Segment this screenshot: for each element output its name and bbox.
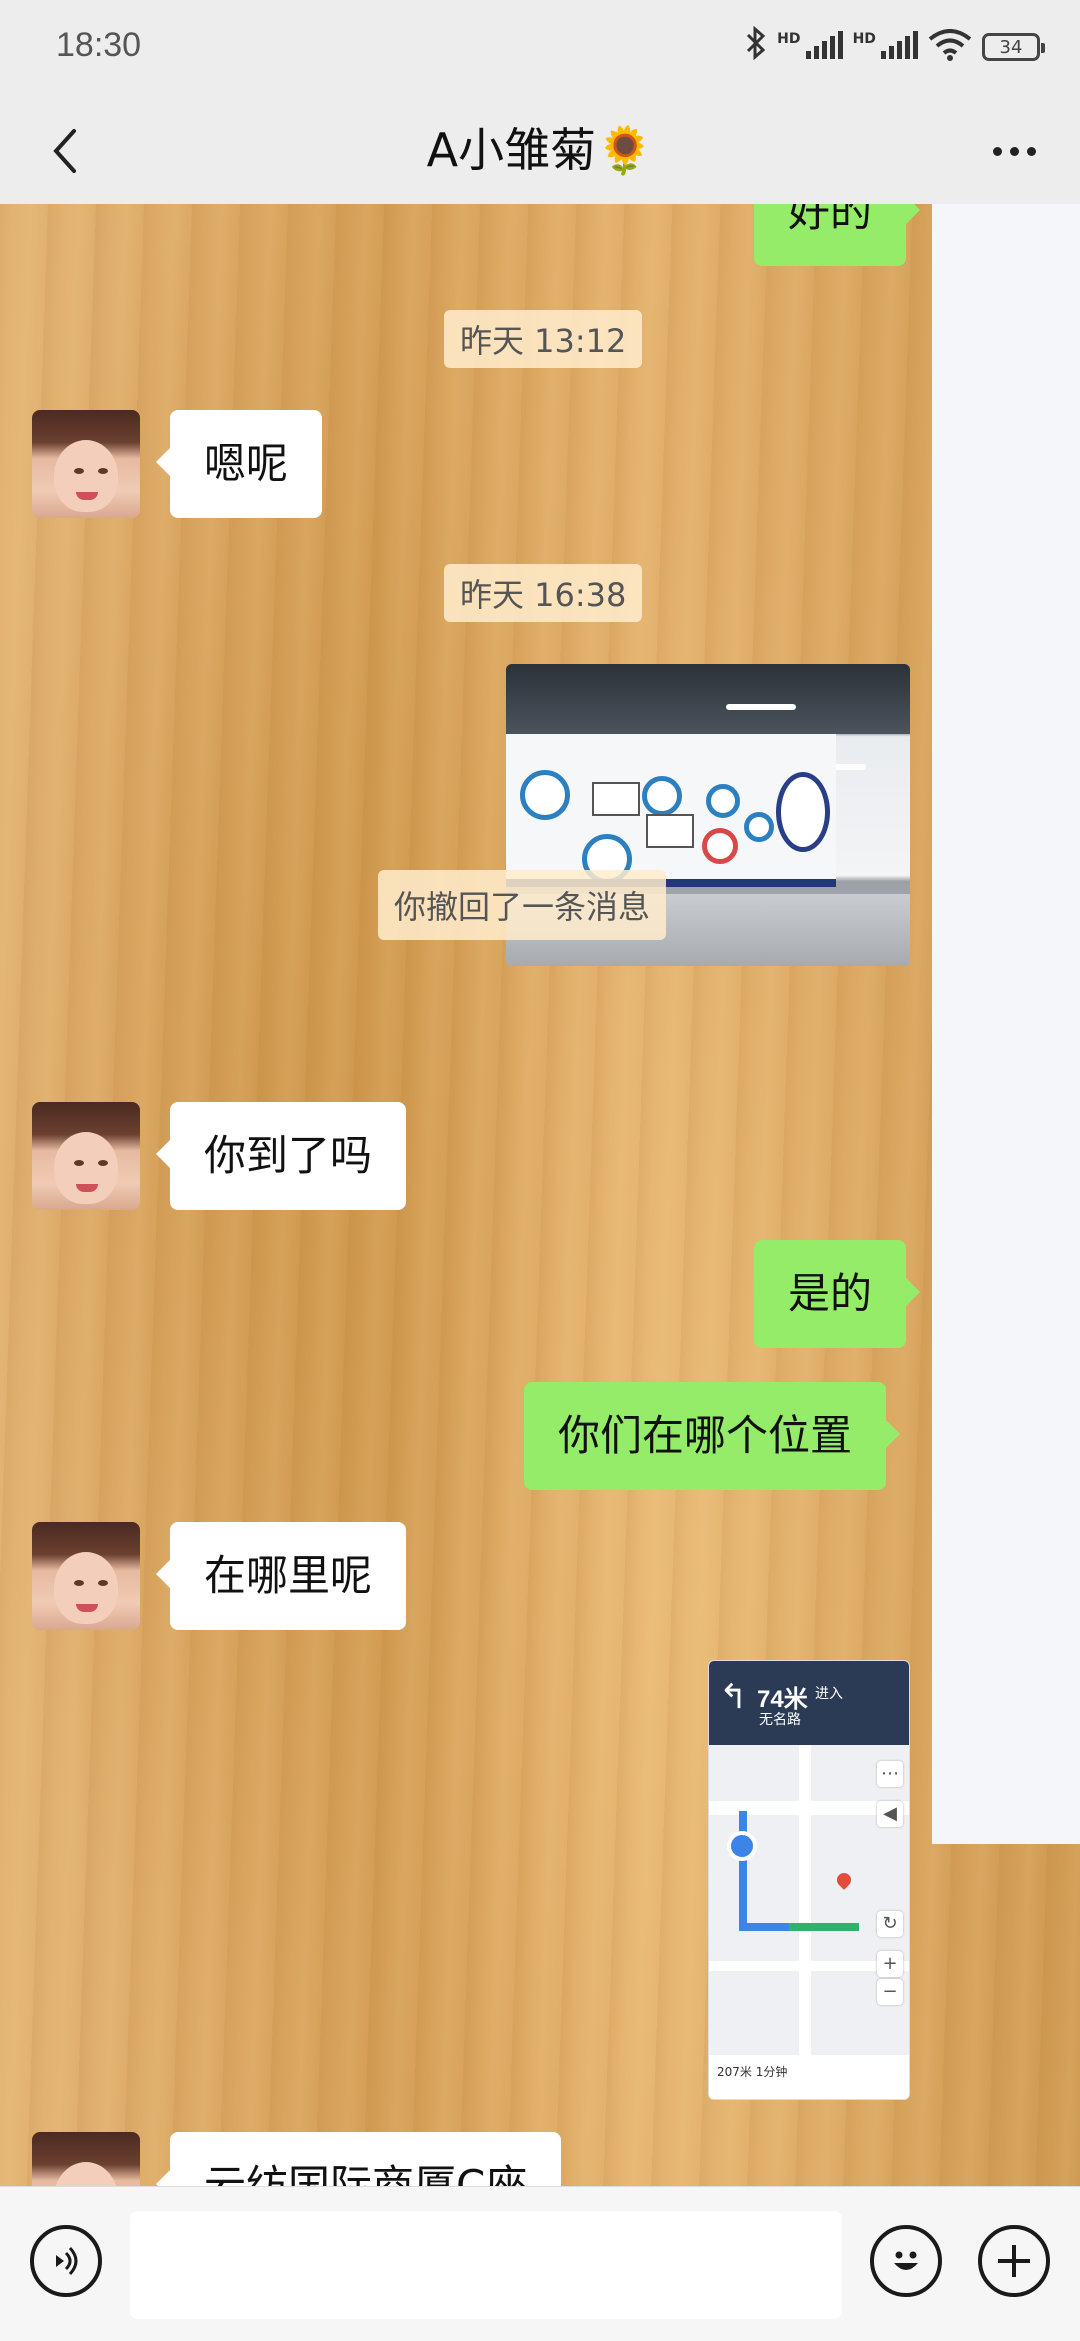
plus-button[interactable] bbox=[978, 2225, 1050, 2297]
contact-avatar[interactable] bbox=[32, 410, 140, 518]
recall-notice: 你撤回了一条消息 bbox=[378, 870, 667, 940]
chat-title: A小雏菊🌻 bbox=[426, 123, 654, 177]
title-bar: A小雏菊🌻 bbox=[0, 96, 1080, 204]
message-input[interactable] bbox=[130, 2211, 842, 2319]
map-eta: 207米 1分钟 bbox=[709, 2055, 909, 2099]
emoji-icon bbox=[894, 2251, 918, 2270]
map-road: 无名路 bbox=[759, 1712, 801, 1728]
status-bar: 18:30 HD HD 34 bbox=[0, 0, 1080, 96]
location-arrow-icon bbox=[727, 1831, 757, 1861]
turn-left-icon: ↰ bbox=[719, 1677, 748, 1717]
voice-icon bbox=[56, 2246, 78, 2276]
input-bar bbox=[0, 2186, 1080, 2341]
map-screenshot-message[interactable]: ↰ 74米 进入 无名路 ⋯ ◀ ↻ + − 207米 1分钟 bbox=[708, 1660, 910, 2100]
received-message-bubble[interactable]: 嗯呢 bbox=[155, 410, 323, 518]
sent-message-bubble[interactable]: 你们在哪个位置 bbox=[524, 1382, 901, 1490]
contact-avatar[interactable] bbox=[32, 2132, 140, 2186]
contact-avatar[interactable] bbox=[32, 1522, 140, 1630]
contact-avatar[interactable] bbox=[32, 1102, 140, 1210]
chat-area[interactable]: 好的 昨天 13:12 嗯呢 昨天 16:38 你撤回了一条消息 你到了吗 是的… bbox=[0, 204, 1080, 2186]
sent-message-bubble[interactable]: 好的 bbox=[754, 204, 921, 266]
map-nav-header: ↰ 74米 进入 无名路 bbox=[709, 1661, 909, 1745]
map-enter: 进入 bbox=[815, 1686, 843, 1702]
more-button[interactable] bbox=[974, 116, 1054, 186]
more-dots-icon bbox=[992, 146, 1002, 156]
received-message-bubble[interactable]: 你到了吗 bbox=[155, 1102, 407, 1210]
destination-pin-icon bbox=[834, 1870, 854, 1890]
wifi-icon bbox=[928, 29, 972, 65]
signal-2-icon: HD bbox=[853, 31, 918, 63]
voice-button[interactable] bbox=[30, 2225, 102, 2297]
plus-icon bbox=[998, 2245, 1030, 2277]
side-panel-overlay bbox=[932, 204, 1080, 1844]
timestamp: 昨天 16:38 bbox=[444, 564, 643, 622]
received-message-bubble[interactable]: 在哪里呢 bbox=[155, 1522, 407, 1630]
emoji-button[interactable] bbox=[870, 2225, 942, 2297]
battery-icon: 34 bbox=[982, 33, 1045, 61]
status-time: 18:30 bbox=[56, 26, 142, 64]
sent-message-bubble[interactable]: 是的 bbox=[754, 1240, 921, 1348]
signal-1-icon: HD bbox=[777, 31, 843, 63]
status-icons: HD HD 34 bbox=[745, 22, 1045, 72]
received-message-bubble[interactable]: 云纺国际商厦C座 bbox=[155, 2132, 562, 2186]
timestamp: 昨天 13:12 bbox=[444, 310, 643, 368]
bluetooth-icon bbox=[745, 25, 767, 68]
